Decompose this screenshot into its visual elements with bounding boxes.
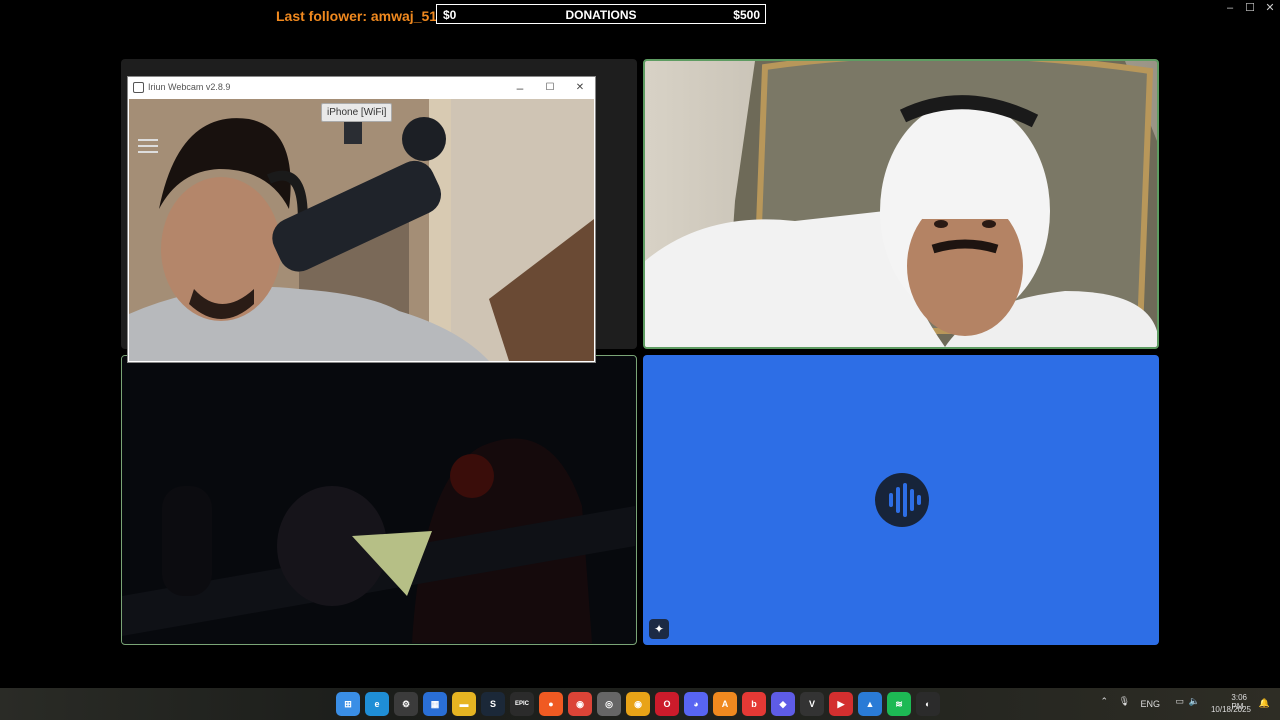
- participant-video: [645, 61, 1157, 347]
- minimize-button[interactable]: –: [1220, 0, 1240, 16]
- donations-max: $500: [733, 8, 760, 22]
- maximize-button[interactable]: ☐: [1240, 0, 1260, 16]
- brave-app[interactable]: b: [742, 692, 766, 716]
- volume-icon[interactable]: 🔈: [1189, 696, 1200, 707]
- effects-button[interactable]: ✦: [649, 619, 669, 639]
- iriun-maximize-button[interactable]: ☐: [535, 77, 565, 99]
- sparkle-icon: ✦: [653, 622, 665, 636]
- taskbar: ⊞ e ⚙ ▦ ▬ S EPIC ● ◉ ◎ ◉ O ◕ Ab ◆ V ▶ ▲ ≋ ◐ ⌃ 🎙 ENG ▭ 🔈 3:0…: [0, 688, 1280, 720]
- vegas-icon: V: [808, 699, 815, 709]
- photos-app[interactable]: ▲: [858, 692, 882, 716]
- iriun-close-button[interactable]: ✕: [565, 77, 595, 99]
- origin-icon: ●: [548, 699, 554, 709]
- iriun-minimize-button[interactable]: –: [505, 77, 535, 99]
- discord-icon: ◕: [693, 699, 699, 709]
- obs-icon: ◐: [925, 699, 931, 709]
- taskbar-apps: ⊞ e ⚙ ▦ ▬ S EPIC ● ◉ ◎ ◉ O ◕ Ab ◆ V ▶ ▲ ≋ ◐: [336, 692, 940, 716]
- close-button[interactable]: ✕: [1260, 0, 1280, 16]
- steam-icon: S: [489, 699, 496, 709]
- chrome-dev-icon: ◎: [605, 698, 613, 709]
- chrome-app[interactable]: ◉: [568, 692, 592, 716]
- notification-bell-icon[interactable]: 🔔: [1259, 698, 1270, 709]
- show-hidden-icons-icon[interactable]: ⌃: [1100, 696, 1108, 707]
- participant-tile-top-right[interactable]: [643, 59, 1159, 349]
- vegas-app[interactable]: V: [800, 692, 824, 716]
- aimp-app[interactable]: A: [713, 692, 737, 716]
- obs-app[interactable]: ◐: [916, 692, 940, 716]
- iriun-title: Iriun Webcam v2.8.9: [148, 82, 231, 92]
- file-explorer-icon: ▬: [459, 699, 469, 709]
- start-button[interactable]: ⊞: [336, 692, 360, 716]
- photos-icon: ▲: [865, 699, 875, 709]
- network-icon[interactable]: ▭: [1175, 696, 1184, 707]
- store-app[interactable]: ▦: [423, 692, 447, 716]
- donations-bar: $0 DONATIONS $500: [436, 4, 766, 24]
- brave-icon: b: [751, 699, 757, 709]
- media-app[interactable]: ▶: [829, 692, 853, 716]
- menu-icon[interactable]: [138, 139, 158, 153]
- linear-app[interactable]: ◆: [771, 692, 795, 716]
- edge-icon: e: [374, 699, 380, 709]
- start-icon: ⊞: [344, 698, 352, 709]
- origin-app[interactable]: ●: [539, 692, 563, 716]
- audio-wave-icon: [875, 473, 929, 527]
- spotify-app[interactable]: ≋: [887, 692, 911, 716]
- iriun-titlebar[interactable]: Iriun Webcam v2.8.9 – ☐ ✕: [128, 77, 595, 99]
- opera-app[interactable]: O: [655, 692, 679, 716]
- steam-app[interactable]: S: [481, 692, 505, 716]
- clock-date[interactable]: 10/18/2025: [1211, 705, 1251, 714]
- chrome-icon: ◉: [576, 698, 584, 709]
- iriun-webcam-window[interactable]: Iriun Webcam v2.8.9 – ☐ ✕ iPhone [WiFi]: [127, 76, 596, 363]
- file-explorer-app[interactable]: ▬: [452, 692, 476, 716]
- settings-app[interactable]: ⚙: [394, 692, 418, 716]
- iriun-camera-view: iPhone [WiFi]: [129, 99, 594, 361]
- language-indicator[interactable]: ENG: [1140, 699, 1160, 709]
- settings-icon: ⚙: [401, 698, 411, 709]
- window-controls: – ☐ ✕: [1220, 0, 1280, 16]
- epic-games-icon: EPIC: [514, 701, 529, 707]
- donations-title: DONATIONS: [565, 8, 637, 22]
- store-icon: ▦: [430, 698, 440, 709]
- spotify-icon: ≋: [895, 698, 903, 709]
- epic-games-app[interactable]: EPIC: [510, 692, 534, 716]
- chrome-dev-app[interactable]: ◎: [597, 692, 621, 716]
- linear-icon: ◆: [779, 698, 787, 709]
- device-selector[interactable]: iPhone [WiFi]: [321, 103, 393, 122]
- aimp-icon: A: [721, 699, 729, 709]
- participant-tile-bottom-right[interactable]: ✦: [643, 355, 1159, 645]
- iriun-app-icon: [133, 82, 144, 93]
- camera-feed: [129, 99, 594, 361]
- participant-video-dark: [122, 356, 635, 643]
- media-icon: ▶: [837, 698, 845, 709]
- opera-icon: O: [663, 699, 671, 709]
- participant-tile-bottom-left[interactable]: [121, 355, 637, 645]
- last-follower-label: Last follower: amwaj_511: [276, 8, 445, 24]
- discord-app[interactable]: ◕: [684, 692, 708, 716]
- edge-app[interactable]: e: [365, 692, 389, 716]
- chrome-canary-app[interactable]: ◉: [626, 692, 650, 716]
- microphone-icon[interactable]: 🎙: [1119, 696, 1130, 707]
- chrome-canary-icon: ◉: [634, 698, 642, 709]
